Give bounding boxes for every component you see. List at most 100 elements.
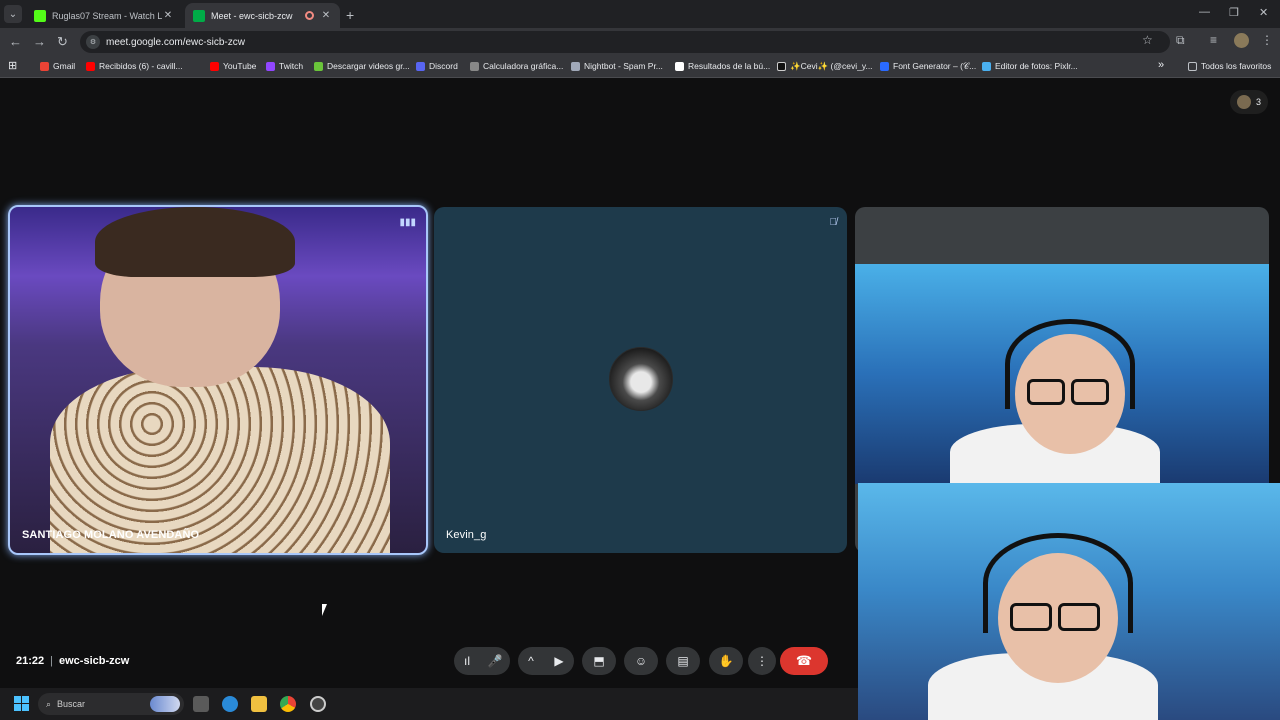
video-options-chevron-icon[interactable]: ^ (518, 647, 544, 675)
folder-icon (1188, 61, 1197, 71)
emoji-reaction-icon[interactable]: ☺ (624, 647, 658, 675)
bookmark-label: Descargar videos gr... (327, 61, 410, 71)
bookmark-label: Resultados de la bú... (688, 61, 771, 71)
leave-call-button[interactable]: ☎ (780, 647, 828, 675)
meeting-code[interactable]: ewc-sicb-zcw (59, 655, 129, 667)
extensions-icon[interactable]: ⧉ (1176, 33, 1185, 48)
bookmark-twitch[interactable]: Twitch (266, 61, 303, 71)
video-feed (855, 264, 1269, 494)
page-icon (675, 61, 684, 71)
participant-avatar (609, 347, 673, 411)
bookmark-label: Twitch (279, 61, 304, 71)
media-control-icon[interactable]: ≡ (1210, 33, 1217, 47)
more-bookmarks-chevron-icon[interactable]: » (1158, 59, 1164, 71)
nightbot-icon (571, 61, 580, 71)
video-feed (1010, 603, 1052, 631)
minimize-icon[interactable]: — (1199, 6, 1210, 18)
kick-favicon-icon (34, 9, 46, 22)
bookmark-label: Gmail (53, 61, 76, 71)
video-feed (1058, 603, 1100, 631)
tab-title: Ruglas07 Stream - Watch Live o (52, 10, 162, 21)
url-text: meet.google.com/ewc-sicb-zcw (106, 36, 245, 48)
bookmark-label: Editor de fotos: Pixlr... (995, 61, 1078, 71)
desmos-icon (470, 61, 479, 71)
gmail-icon (40, 61, 49, 71)
participant-tile-speaking[interactable]: ▮▮▮ SANTIAGO MOLANO AVENDAÑO (8, 205, 428, 555)
apps-grid-icon[interactable]: ⊞ (8, 59, 17, 72)
tab-ruglas07-stream[interactable]: Ruglas07 Stream - Watch Live o ✕ (26, 3, 182, 28)
font-generator-icon (880, 62, 889, 71)
participant-count: 3 (1255, 97, 1261, 107)
tab-strip: ⌄ Ruglas07 Stream - Watch Live o ✕ Meet … (0, 0, 1280, 28)
audio-options-icon[interactable]: ıl (454, 647, 480, 675)
pixlr-icon (982, 61, 991, 71)
new-tab-button[interactable]: + (346, 7, 354, 23)
participants-button[interactable]: 3 (1230, 90, 1268, 114)
bookmark-font-generator[interactable]: Font Generator – (𝒞... (880, 61, 976, 72)
site-info-icon[interactable]: ⚙ (86, 35, 100, 49)
bookmark-label: Discord (429, 61, 458, 71)
bookmark-discord[interactable]: Discord (416, 61, 458, 71)
divider: | (50, 655, 53, 667)
participant-avatar (1236, 95, 1251, 109)
obs-icon[interactable] (310, 696, 326, 712)
search-highlight-icon (150, 696, 180, 712)
bookmark-cevi-tiktok[interactable]: ✨Cevi✨ (@cevi_y... (777, 61, 873, 72)
all-bookmarks-folder[interactable]: Todos los favoritos (1188, 61, 1271, 71)
download-icon (314, 61, 323, 71)
bookmark-youtube[interactable]: YouTube (210, 61, 256, 71)
microphone-icon[interactable]: 🎤 (480, 647, 510, 675)
captions-icon[interactable]: ▤ (666, 647, 700, 675)
address-bar[interactable]: ⚙ meet.google.com/ewc-sicb-zcw (80, 31, 1170, 53)
raise-hand-icon[interactable]: ✋ (709, 647, 743, 675)
video-feed (1071, 379, 1109, 405)
bookmark-resultados[interactable]: Resultados de la bú... (675, 61, 770, 71)
bookmark-pixlr[interactable]: Editor de fotos: Pixlr... (982, 61, 1078, 71)
edge-icon[interactable] (222, 696, 238, 712)
bookmark-nightbot[interactable]: Nightbot - Spam Pr... (571, 61, 663, 71)
bookmark-label: Font Generator – (𝒞... (893, 61, 977, 71)
windows-taskbar: ⌕ Buscar (0, 688, 858, 720)
bookmark-descargar[interactable]: Descargar videos gr... (314, 61, 410, 71)
tab-title: Meet - ewc-sicb-zcw (211, 10, 293, 21)
close-tab-icon[interactable]: ✕ (320, 10, 332, 21)
bookmark-gmail[interactable]: Gmail (40, 61, 75, 71)
tab-meet[interactable]: Meet - ewc-sicb-zcw ✕ (185, 3, 340, 28)
present-screen-icon[interactable]: ⬒ (582, 647, 616, 675)
taskbar-search[interactable]: ⌕ Buscar (38, 693, 184, 715)
bookmark-label: Calculadora gráfica... (483, 61, 564, 71)
bookmark-label: Recibidos (6) - cavill... (99, 61, 183, 71)
tiktok-icon (777, 62, 786, 71)
speaking-indicator-icon: ▮▮▮ (399, 217, 416, 228)
tab-search-button[interactable]: ⌄ (4, 5, 22, 23)
chrome-icon[interactable] (280, 696, 296, 712)
self-view-video (858, 483, 1280, 720)
participant-name: SANTIAGO MOLANO AVENDAÑO (22, 529, 200, 541)
windows-start-icon[interactable] (14, 696, 29, 711)
forward-icon[interactable]: → (33, 34, 46, 49)
camera-icon[interactable]: ▶ (544, 647, 574, 675)
profile-avatar[interactable] (1234, 33, 1249, 48)
bookmark-recibidos[interactable]: Recibidos (6) - cavill... (86, 61, 183, 71)
reload-icon[interactable]: ↻ (57, 34, 68, 50)
task-view-icon[interactable] (193, 696, 209, 712)
back-icon[interactable]: ← (9, 34, 22, 49)
search-icon: ⌕ (46, 698, 52, 709)
bookmarks-bar: ⊞ Gmail Recibidos (6) - cavill... YouTub… (0, 56, 1280, 78)
bookmark-label: YouTube (223, 61, 257, 71)
youtube-icon (210, 61, 219, 71)
video-feed (95, 207, 295, 277)
bookmark-calculadora[interactable]: Calculadora gráfica... (470, 61, 563, 71)
mic-off-icon: 🎙̸ (829, 217, 838, 228)
close-tab-icon[interactable]: ✕ (162, 10, 174, 21)
bookmark-star-icon[interactable]: ☆ (1142, 33, 1153, 47)
restore-icon[interactable]: ❐ (1229, 6, 1239, 19)
video-feed (1005, 319, 1135, 409)
meeting-time: 21:22 (16, 655, 45, 667)
more-options-icon[interactable]: ⋮ (748, 647, 776, 675)
close-window-icon[interactable]: ✕ (1259, 6, 1268, 19)
menu-kebab-icon[interactable]: ⋮ (1261, 33, 1273, 47)
participant-tile[interactable]: 🎙̸ Kevin_g (434, 207, 847, 553)
file-explorer-icon[interactable] (251, 696, 267, 712)
discord-icon (416, 61, 425, 71)
